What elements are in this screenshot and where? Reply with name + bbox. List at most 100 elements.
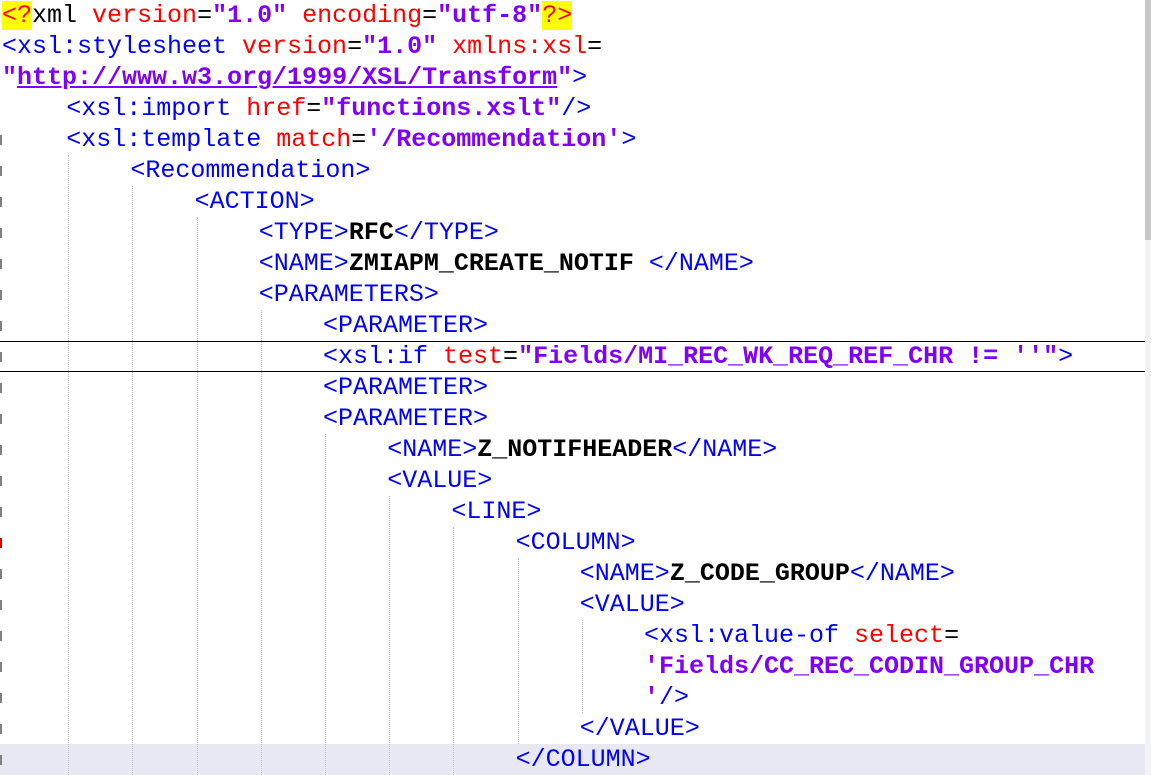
code-token: <NAME> (258, 249, 349, 278)
code-line[interactable]: <?xml version="1.0" encoding="utf-8"?> (0, 0, 1145, 31)
code-text: "http://www.w3.org/1999/XSL/Transform"> (2, 62, 587, 93)
code-line[interactable]: 'Fields/CC_REC_CODIN_GROUP_CHR (0, 651, 1145, 682)
code-text: <LINE> (451, 496, 541, 527)
code-text: <xsl:value-of select= (644, 620, 959, 651)
code-line[interactable]: '/> (0, 682, 1145, 713)
code-token: <TYPE> (258, 218, 349, 247)
margin-marker (0, 755, 2, 765)
code-token: <Recommendation> (130, 156, 371, 185)
code-token: ?> (542, 1, 573, 30)
code-line[interactable]: <xsl:template match='/Recommendation'> (0, 124, 1145, 155)
margin-marker (0, 476, 2, 486)
code-text: <Recommendation> (130, 155, 370, 186)
code-token: = (351, 125, 367, 154)
code-token: RFC (348, 218, 394, 247)
code-token: ZMIAPM_CREATE_NOTIF (348, 249, 649, 278)
code-line[interactable]: <xsl:stylesheet version="1.0" xmlns:xsl= (0, 31, 1145, 62)
code-text: <xsl:stylesheet version="1.0" xmlns:xsl= (2, 31, 602, 62)
margin-marker (0, 166, 2, 176)
margin-marker (0, 445, 2, 455)
code-line[interactable]: <LINE> (0, 496, 1145, 527)
code-text: <ACTION> (195, 186, 315, 217)
code-token: ' (644, 683, 660, 712)
code-token: match (276, 125, 352, 154)
code-token: = (347, 32, 363, 61)
code-text: <PARAMETER> (323, 372, 488, 403)
margin-marker (0, 414, 2, 424)
code-text: <VALUE> (580, 589, 685, 620)
code-text: <PARAMETER> (323, 310, 488, 341)
code-line[interactable]: <Recommendation> (0, 155, 1145, 186)
code-token: /> (561, 94, 592, 123)
code-token: <xsl:template (66, 125, 277, 154)
code-line[interactable]: <NAME>Z_CODE_GROUP</NAME> (0, 558, 1145, 589)
code-line[interactable]: <PARAMETERS> (0, 279, 1145, 310)
code-token: http://www.w3.org/1999/XSL/Transform (17, 63, 558, 92)
code-line[interactable]: <VALUE> (0, 465, 1145, 496)
code-line[interactable]: <xsl:value-of select= (0, 620, 1145, 651)
code-token: = (587, 32, 603, 61)
code-text: <PARAMETERS> (259, 279, 439, 310)
code-token: > (1058, 342, 1074, 371)
code-text: <xsl:template match='/Recommendation'> (66, 124, 636, 155)
code-token: xmlns:xsl (452, 32, 588, 61)
margin-marker (0, 135, 2, 145)
margin-marker (0, 507, 2, 517)
code-line[interactable]: <PARAMETER> (0, 372, 1145, 403)
code-token: " (2, 63, 18, 92)
code-token: = (503, 342, 519, 371)
code-line[interactable]: <TYPE>RFC</TYPE> (0, 217, 1145, 248)
code-token: </COLUMN> (515, 745, 651, 774)
margin-marker (0, 693, 2, 703)
code-token: = (944, 621, 960, 650)
code-token: <COLUMN> (515, 528, 636, 557)
code-token: select (854, 621, 945, 650)
code-editor[interactable]: <?xml version="1.0" encoding="utf-8"?> <x… (0, 0, 1151, 775)
code-text: '/> (644, 682, 689, 713)
code-token: <? (2, 1, 33, 30)
vertical-scrollbar[interactable] (1145, 0, 1151, 775)
code-line[interactable]: <NAME>ZMIAPM_CREATE_NOTIF </NAME> (0, 248, 1145, 279)
code-token: version (242, 32, 348, 61)
code-token: /> (659, 683, 690, 712)
code-token: <PARAMETERS> (258, 280, 439, 309)
code-token: " (557, 63, 573, 92)
code-token: Z_CODE_GROUP (669, 559, 850, 588)
margin-marker (0, 228, 2, 238)
code-token: version (92, 1, 198, 30)
scroll-thumb[interactable] (1145, 0, 1151, 240)
code-token: <LINE> (451, 497, 542, 526)
code-text: <COLUMN> (516, 527, 636, 558)
code-line[interactable]: <COLUMN> (0, 527, 1145, 558)
code-token: xml (32, 1, 93, 30)
code-text: </VALUE> (580, 713, 700, 744)
code-token: <ACTION> (194, 187, 315, 216)
code-token: </VALUE> (579, 714, 700, 743)
code-token: <PARAMETER> (323, 311, 489, 340)
margin-marker (0, 290, 2, 300)
code-token: "functions.xslt" (321, 94, 562, 123)
code-token: > (621, 125, 637, 154)
code-line[interactable]: <PARAMETER> (0, 403, 1145, 434)
code-line[interactable]: <NAME>Z_NOTIFHEADER</NAME> (0, 434, 1145, 465)
code-line[interactable]: <ACTION> (0, 186, 1145, 217)
code-line[interactable]: <xsl:import href="functions.xslt"/> (0, 93, 1145, 124)
margin-marker (0, 259, 2, 269)
code-line[interactable]: <VALUE> (0, 589, 1145, 620)
code-line[interactable]: </COLUMN> (0, 744, 1145, 775)
code-text: <xsl:import href="functions.xslt"/> (66, 93, 591, 124)
code-text: </COLUMN> (516, 744, 651, 775)
code-text: 'Fields/CC_REC_CODIN_GROUP_CHR (644, 651, 1094, 682)
code-token: = (197, 1, 213, 30)
margin-marker (0, 352, 2, 362)
code-line[interactable]: <xsl:if test="Fields/MI_REC_WK_REQ_REF_C… (0, 341, 1145, 372)
margin-marker (0, 724, 2, 734)
code-line[interactable]: <PARAMETER> (0, 310, 1145, 341)
code-token: test (443, 342, 504, 371)
margin-marker (0, 197, 2, 207)
code-line[interactable]: "http://www.w3.org/1999/XSL/Transform"> (0, 62, 1145, 93)
code-text: <?xml version="1.0" encoding="utf-8"?> (2, 0, 573, 31)
code-text: <VALUE> (387, 465, 492, 496)
code-line[interactable]: </VALUE> (0, 713, 1145, 744)
